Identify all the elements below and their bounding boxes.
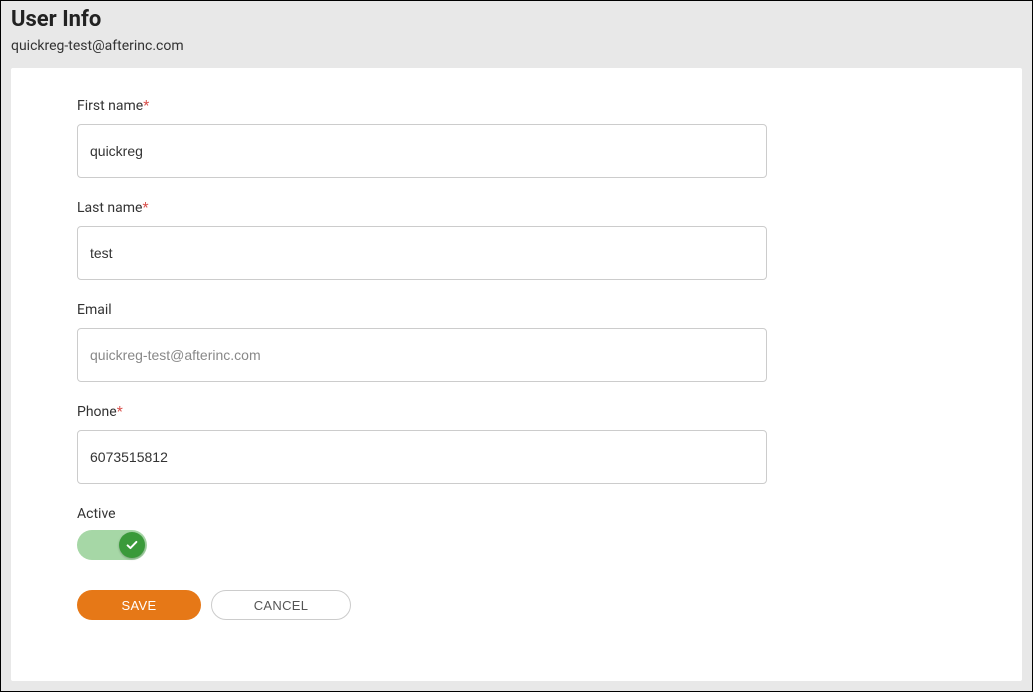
- required-marker: *: [142, 200, 148, 216]
- phone-field[interactable]: [77, 430, 767, 484]
- save-button[interactable]: SAVE: [77, 590, 201, 620]
- toggle-knob: [119, 532, 145, 558]
- active-group: Active: [77, 506, 956, 560]
- form-panel: First name* Last name* Email Phone* Acti…: [11, 68, 1022, 681]
- last-name-group: Last name*: [77, 200, 956, 280]
- active-toggle[interactable]: [77, 530, 147, 560]
- first-name-field[interactable]: [77, 124, 767, 178]
- page-subtitle: quickreg-test@afterinc.com: [11, 38, 1022, 54]
- page-title: User Info: [11, 7, 1022, 32]
- required-marker: *: [117, 404, 123, 420]
- button-row: SAVE CANCEL: [77, 590, 956, 620]
- email-label-text: Email: [77, 302, 112, 318]
- first-name-label-text: First name: [77, 98, 143, 114]
- required-marker: *: [143, 98, 149, 114]
- last-name-field[interactable]: [77, 226, 767, 280]
- email-group: Email: [77, 302, 956, 382]
- last-name-label: Last name*: [77, 200, 956, 216]
- first-name-group: First name*: [77, 98, 956, 178]
- phone-group: Phone*: [77, 404, 956, 484]
- phone-label: Phone*: [77, 404, 956, 420]
- phone-label-text: Phone: [77, 404, 117, 420]
- email-field[interactable]: [77, 328, 767, 382]
- email-label: Email: [77, 302, 956, 318]
- check-icon: [125, 538, 139, 552]
- last-name-label-text: Last name: [77, 200, 142, 216]
- first-name-label: First name*: [77, 98, 956, 114]
- app-window: User Info quickreg-test@afterinc.com Fir…: [0, 0, 1033, 692]
- page-header: User Info quickreg-test@afterinc.com: [1, 1, 1032, 68]
- cancel-button[interactable]: CANCEL: [211, 590, 351, 620]
- active-label: Active: [77, 506, 956, 522]
